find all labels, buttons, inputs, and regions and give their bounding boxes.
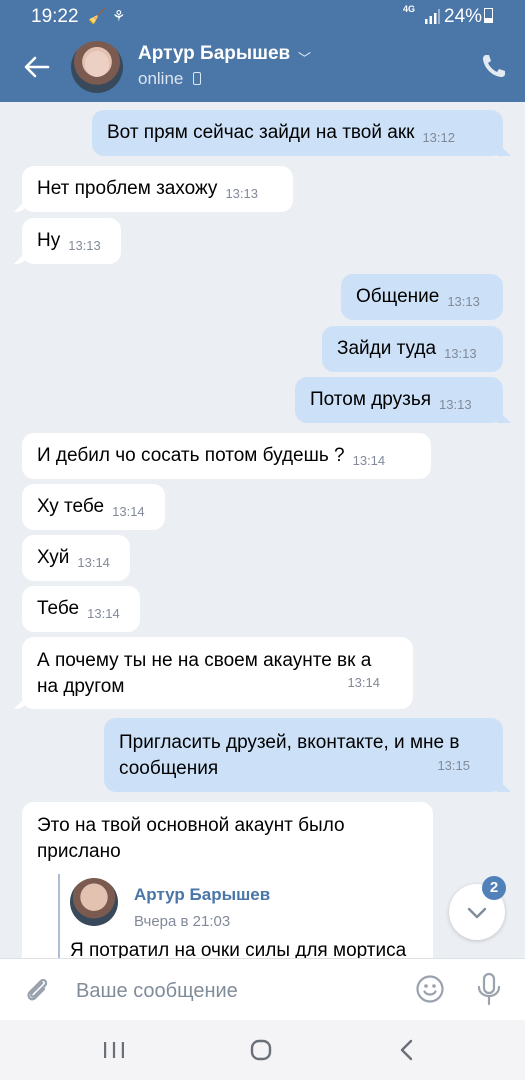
message-time: 13:14 (352, 453, 386, 468)
forwarded-date: Вчера в 21:03 (134, 913, 231, 930)
message-text: Вот прям сейчас зайди на твой акк (107, 122, 415, 143)
phone-icon[interactable] (480, 52, 508, 80)
smile-icon[interactable] (415, 974, 445, 1004)
message-text: А почему ты не на своем акаунте вк а на … (37, 650, 372, 697)
forwarded-text: Я потратил на очки силы для мортиса (70, 940, 407, 958)
message-outgoing[interactable]: Потом друзья 13:13 (295, 377, 503, 423)
message-outgoing[interactable]: Общение 13:13 (341, 274, 503, 320)
message-incoming[interactable]: Ну 13:13 (22, 218, 121, 264)
chat-header: Артур Барышев ﹀ online (0, 32, 525, 102)
message-time: 13:12 (422, 130, 455, 145)
nav-back-icon[interactable] (387, 1034, 427, 1066)
message-incoming[interactable]: Хуй 13:14 (22, 535, 130, 581)
unread-badge: 2 (482, 876, 506, 900)
chevron-down-icon[interactable]: ﹀ (298, 48, 311, 67)
network-type: 4G (403, 4, 416, 14)
message-time: 13:13 (439, 397, 472, 412)
message-outgoing[interactable]: Вот прям сейчас зайди на твой акк 13:12 (92, 110, 503, 156)
message-incoming[interactable]: И дебил чо сосать потом будешь ? 13:14 (22, 433, 431, 479)
message-time: 13:13 (225, 186, 258, 201)
online-status: online (138, 69, 184, 88)
message-time: 13:14 (112, 504, 145, 519)
message-text: Тебе (37, 598, 80, 619)
message-text: Пригласить друзей, вконтакте, и мне в со… (119, 732, 460, 779)
home-icon[interactable] (241, 1034, 281, 1066)
message-incoming[interactable]: А почему ты не на своем акаунте вк а на … (22, 637, 413, 709)
forwarded-author[interactable]: Артур Барышев (134, 882, 270, 908)
message-text: Это на твой основной акаунт было прислан… (37, 815, 345, 862)
message-text: Нет проблем захожу (37, 178, 218, 199)
message-incoming[interactable]: Тебе 13:14 (22, 586, 140, 632)
message-time: 13:13 (68, 238, 101, 253)
message-incoming[interactable]: Нет проблем захожу 13:13 (22, 166, 293, 212)
recent-apps-icon[interactable] (94, 1034, 134, 1066)
message-incoming-with-forward[interactable]: Это на твой основной акаунт было прислан… (22, 802, 433, 958)
status-time: 19:22 (31, 6, 79, 27)
message-text: Зайди туда (337, 338, 437, 359)
system-navigation-bar (0, 1020, 525, 1080)
microphone-icon[interactable] (476, 972, 502, 1006)
mobile-icon (193, 72, 201, 85)
back-arrow-icon[interactable] (22, 52, 52, 82)
message-time: 13:13 (447, 294, 480, 309)
message-text: Хуй (37, 547, 70, 568)
contact-name[interactable]: Артур Барышев (138, 43, 290, 65)
message-outgoing[interactable]: Зайди туда 13:13 (322, 326, 503, 372)
message-text: Общение (356, 286, 440, 307)
chevron-down-icon (467, 907, 487, 919)
cleaning-notification-icon: 🧹 (88, 8, 107, 25)
forwarded-avatar (70, 878, 118, 926)
contact-avatar[interactable] (71, 41, 123, 93)
message-time: 13:13 (444, 346, 477, 361)
message-incoming[interactable]: Ху тебе 13:14 (22, 484, 165, 530)
message-time: 13:14 (77, 555, 110, 570)
app-notification-icon: ⚘ (112, 8, 126, 25)
message-time: 13:14 (87, 606, 120, 621)
battery-icon (484, 8, 493, 23)
message-text: Ху тебе (37, 496, 105, 517)
message-outgoing[interactable]: Пригласить друзей, вконтакте, и мне в со… (104, 718, 503, 792)
message-text: Ну (37, 230, 61, 251)
message-text: И дебил чо сосать потом будешь ? (37, 445, 345, 466)
message-text: Потом друзья (310, 389, 432, 410)
message-input[interactable] (74, 975, 398, 1007)
message-time: 13:14 (347, 675, 380, 690)
paperclip-icon[interactable] (22, 975, 52, 1005)
forwarded-message[interactable]: Артур Барышев Вчера в 21:03 Я потратил н… (58, 874, 452, 958)
signal-icon (425, 9, 440, 24)
status-bar: 19:22 🧹 ⚘ 4G 24% (0, 0, 525, 32)
message-list[interactable]: Вот прям сейчас зайди на твой акк 13:12 Н… (0, 102, 525, 958)
battery-percent: 24% (444, 6, 483, 27)
message-composer (0, 958, 525, 1020)
message-time: 13:15 (437, 758, 470, 773)
